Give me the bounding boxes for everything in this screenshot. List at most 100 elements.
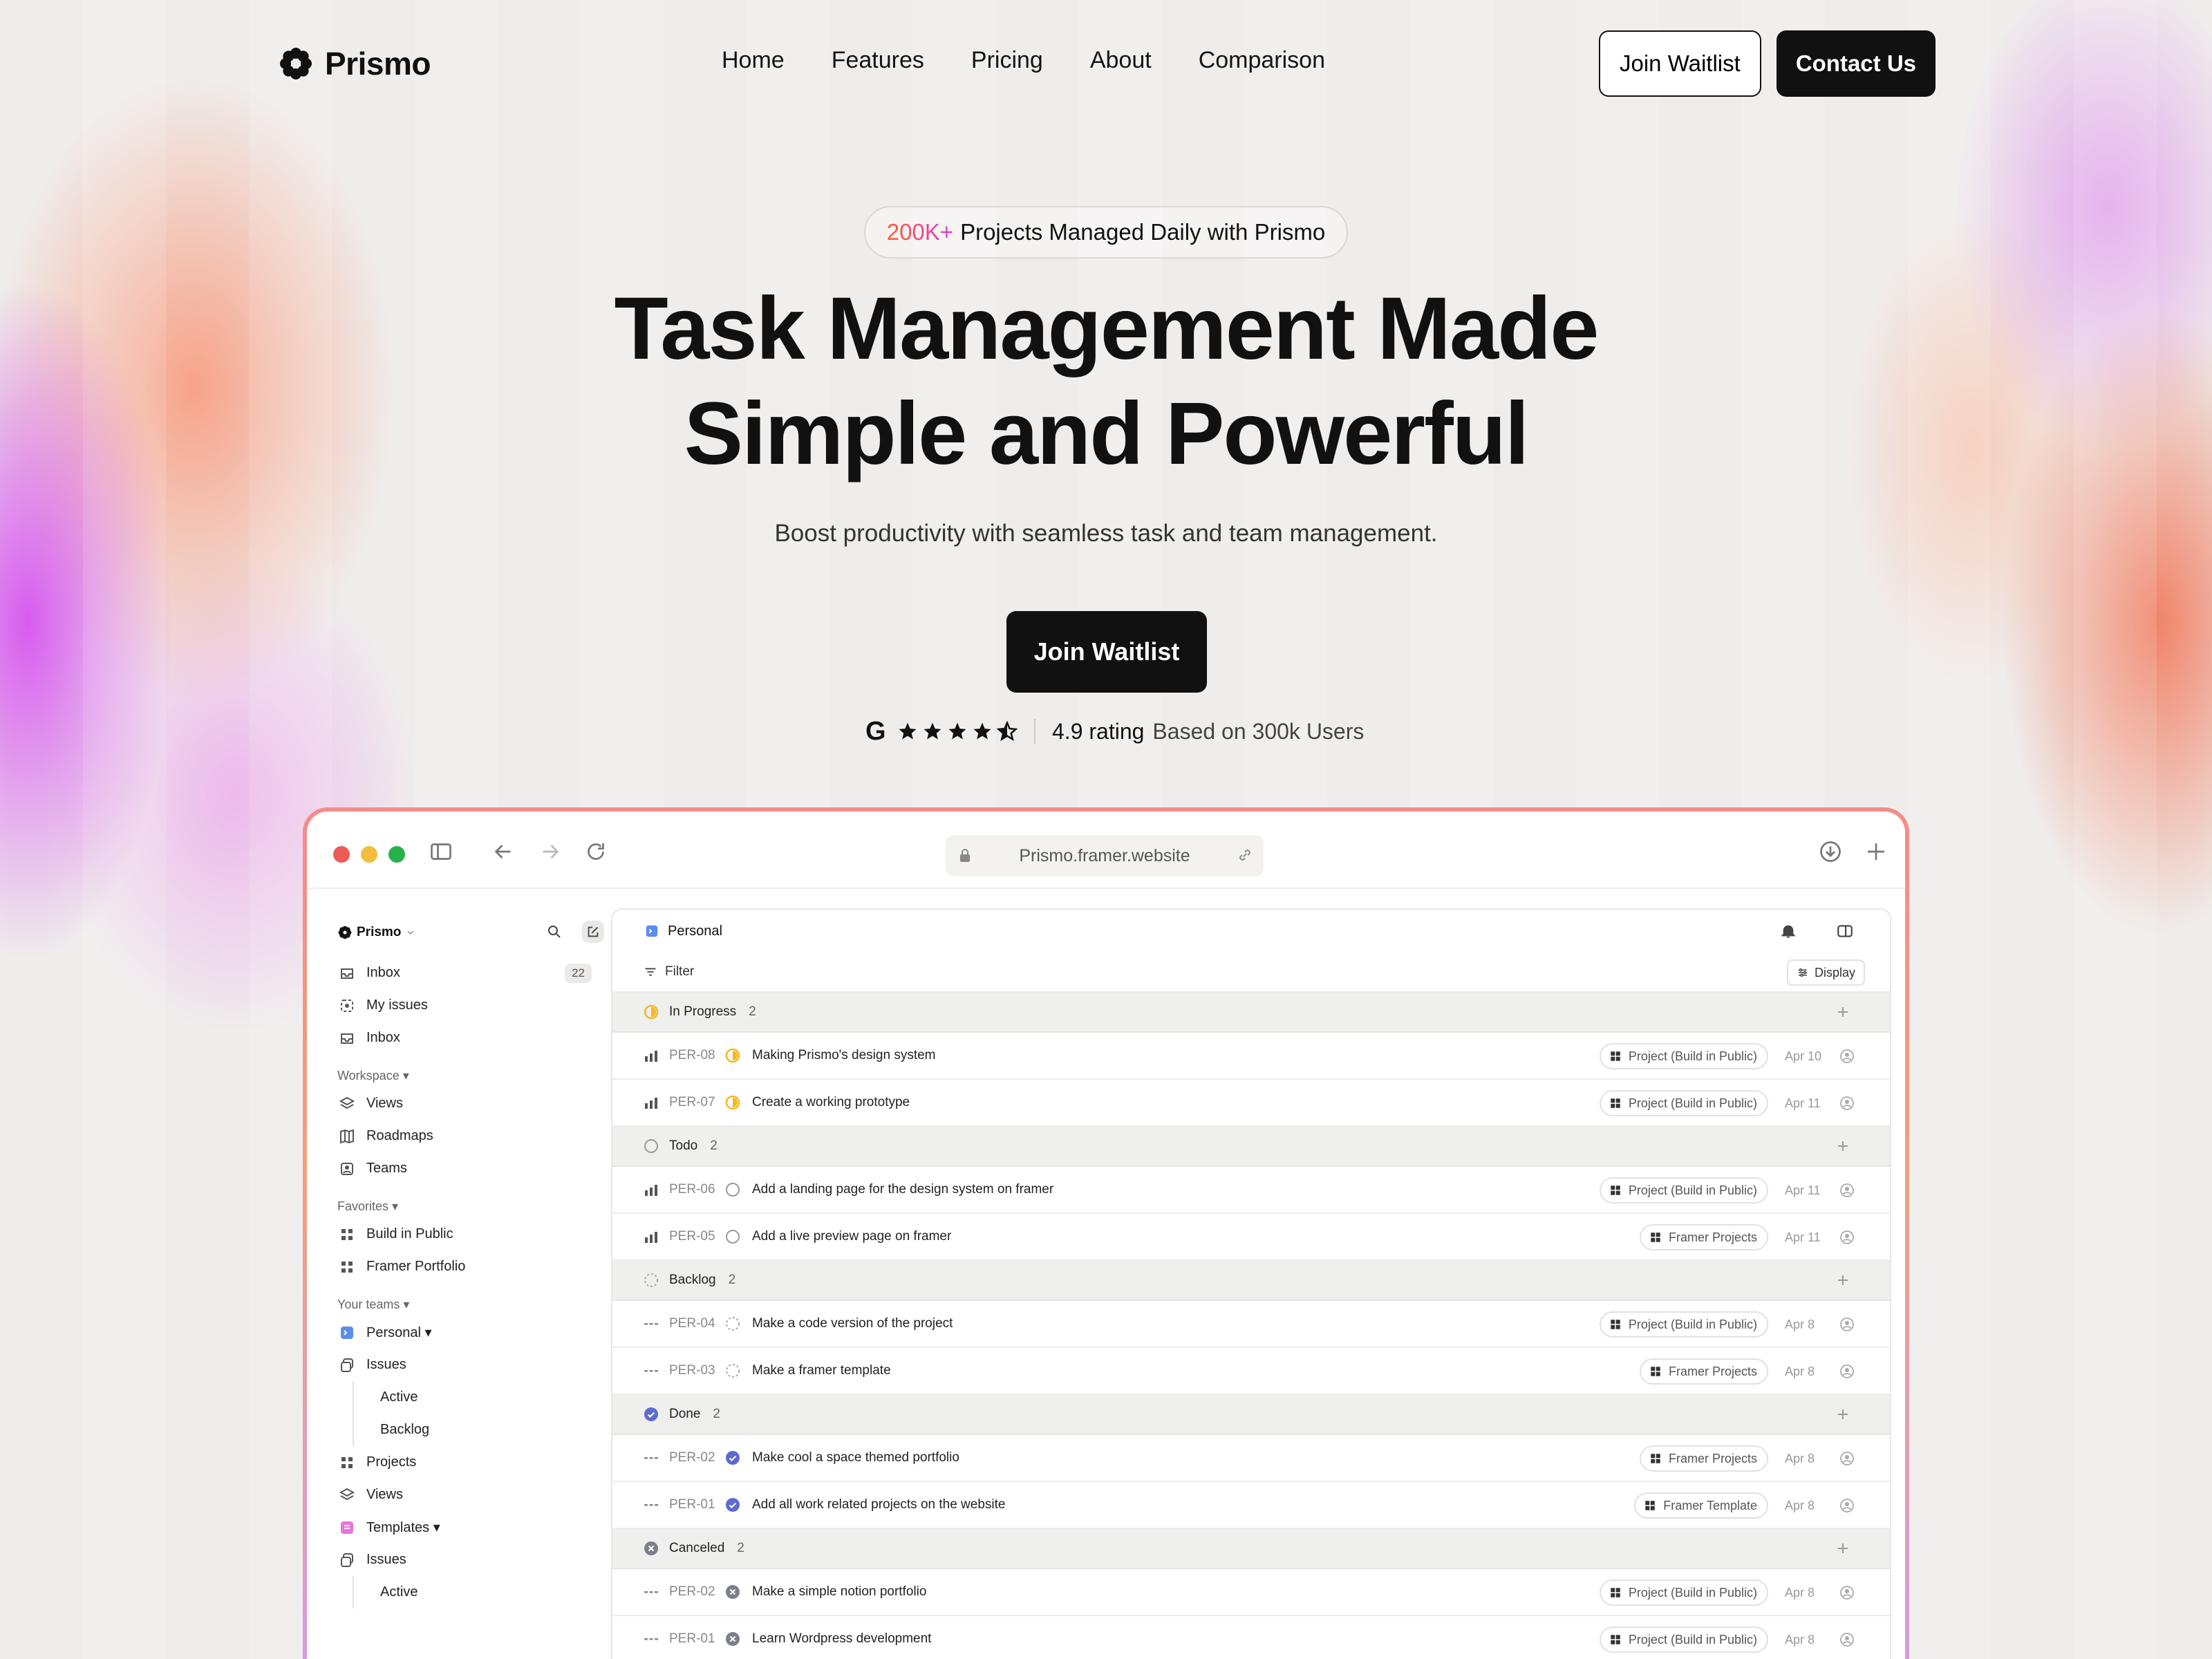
- issue-row[interactable]: PER-02 Make a simple notion portfolio Proj…: [612, 1569, 1890, 1616]
- nav-link-pricing[interactable]: Pricing: [971, 47, 1043, 74]
- status-done-icon[interactable]: [724, 1450, 741, 1466]
- add-issue-plus-icon[interactable]: [1835, 1004, 1851, 1020]
- group-header-canceled[interactable]: Canceled 2: [612, 1529, 1890, 1569]
- status-done-icon[interactable]: [724, 1497, 741, 1513]
- priority-dashes-icon[interactable]: [643, 1497, 659, 1513]
- sidebar-item-active[interactable]: Active: [353, 1381, 604, 1414]
- sidebar-item-backlog[interactable]: Backlog: [353, 1414, 604, 1446]
- split-view-icon[interactable]: [1836, 922, 1854, 940]
- sidebar-item-inbox[interactable]: Inbox 22: [328, 957, 604, 989]
- issue-row[interactable]: PER-03 Make a framer template Framer Proje…: [612, 1348, 1890, 1395]
- join-waitlist-nav-button[interactable]: Join Waitlist: [1598, 30, 1761, 97]
- issue-row[interactable]: PER-01 Learn Wordpress development Project…: [612, 1616, 1890, 1659]
- project-chip[interactable]: Project (Build in Public): [1599, 1580, 1768, 1606]
- status-in-progress-icon[interactable]: [724, 1047, 741, 1064]
- sidebar-item-framer-portfolio[interactable]: Framer Portfolio: [328, 1250, 604, 1283]
- assignee-avatar-icon[interactable]: [1839, 1182, 1855, 1199]
- add-issue-plus-icon[interactable]: [1835, 1540, 1851, 1557]
- status-canceled-icon[interactable]: [724, 1631, 741, 1647]
- maximize-window-dot[interactable]: [388, 846, 405, 863]
- status-backlog-icon[interactable]: [724, 1315, 741, 1332]
- sidebar-item-templates-issues[interactable]: Issues: [328, 1544, 604, 1576]
- project-chip[interactable]: Framer Projects: [1639, 1224, 1768, 1250]
- project-chip[interactable]: Project (Build in Public): [1599, 1043, 1768, 1069]
- project-chip[interactable]: Framer Projects: [1639, 1445, 1768, 1472]
- display-button[interactable]: Display: [1786, 959, 1865, 986]
- group-header-done[interactable]: Done 2: [612, 1395, 1890, 1435]
- priority-bars-icon[interactable]: [643, 1181, 659, 1198]
- new-tab-plus-icon[interactable]: [1864, 839, 1888, 864]
- issue-row[interactable]: PER-08 Making Prismo's design system Proje…: [612, 1033, 1890, 1080]
- close-window-dot[interactable]: [333, 846, 350, 863]
- assignee-avatar-icon[interactable]: [1839, 1631, 1855, 1648]
- project-chip[interactable]: Project (Build in Public): [1599, 1090, 1768, 1116]
- sidebar-toggle-icon[interactable]: [429, 839, 453, 864]
- sidebar-item-teams[interactable]: Teams: [328, 1152, 604, 1185]
- sidebar-item-my-issues[interactable]: My issues: [328, 989, 604, 1022]
- group-header-todo[interactable]: Todo 2: [612, 1127, 1890, 1167]
- download-icon[interactable]: [1818, 839, 1843, 864]
- address-bar[interactable]: Prismo.framer.website: [946, 835, 1264, 877]
- status-todo-icon[interactable]: [724, 1181, 741, 1198]
- status-backlog-icon[interactable]: [724, 1362, 741, 1379]
- issue-row[interactable]: PER-06 Add a landing page for the design …: [612, 1167, 1890, 1214]
- sidebar-item-issues[interactable]: Issues: [328, 1349, 604, 1381]
- workspace-switcher[interactable]: Prismo: [328, 908, 604, 957]
- issue-row[interactable]: PER-02 Make cool a space themed portfolio…: [612, 1435, 1890, 1482]
- project-chip[interactable]: Project (Build in Public): [1599, 1177, 1768, 1203]
- issue-row[interactable]: PER-05 Add a live preview page on framer F…: [612, 1214, 1890, 1261]
- add-issue-plus-icon[interactable]: [1835, 1138, 1851, 1154]
- add-issue-plus-icon[interactable]: [1835, 1272, 1851, 1288]
- sidebar-item-templates-active[interactable]: Active: [353, 1576, 604, 1609]
- sidebar-item-templates[interactable]: Templates ▾: [328, 1511, 604, 1544]
- sidebar-item-inbox-2[interactable]: Inbox: [328, 1022, 604, 1054]
- priority-dashes-icon[interactable]: [643, 1450, 659, 1466]
- sidebar-item-personal[interactable]: Personal ▾: [328, 1316, 604, 1349]
- nav-link-comparison[interactable]: Comparison: [1199, 47, 1325, 74]
- bell-icon[interactable]: [1779, 922, 1797, 940]
- assignee-avatar-icon[interactable]: [1839, 1363, 1855, 1380]
- nav-link-features[interactable]: Features: [832, 47, 924, 74]
- add-issue-plus-icon[interactable]: [1835, 1406, 1851, 1423]
- back-arrow-icon[interactable]: [491, 839, 516, 864]
- contact-us-button[interactable]: Contact Us: [1776, 30, 1936, 97]
- priority-bars-icon[interactable]: [643, 1228, 659, 1245]
- assignee-avatar-icon[interactable]: [1839, 1497, 1855, 1514]
- assignee-avatar-icon[interactable]: [1839, 1450, 1855, 1467]
- workspace-section-label[interactable]: Workspace ▾: [328, 1054, 604, 1087]
- priority-dashes-icon[interactable]: [643, 1362, 659, 1379]
- project-chip[interactable]: Project (Build in Public): [1599, 1311, 1768, 1338]
- sidebar-item-views[interactable]: Views: [328, 1087, 604, 1120]
- assignee-avatar-icon[interactable]: [1839, 1584, 1855, 1601]
- minimize-window-dot[interactable]: [361, 846, 377, 863]
- favorites-section-label[interactable]: Favorites ▾: [328, 1185, 604, 1218]
- group-header-backlog[interactable]: Backlog 2: [612, 1261, 1890, 1301]
- link-icon[interactable]: [1236, 846, 1254, 864]
- sidebar-item-projects[interactable]: Projects: [328, 1446, 604, 1479]
- sidebar-item-roadmaps[interactable]: Roadmaps: [328, 1120, 604, 1152]
- issue-row[interactable]: PER-01 Add all work related projects on t…: [612, 1482, 1890, 1529]
- sidebar-item-build-in-public[interactable]: Build in Public: [328, 1218, 604, 1250]
- brand-logo[interactable]: Prismo: [276, 44, 431, 83]
- project-chip[interactable]: Framer Projects: [1639, 1358, 1768, 1385]
- your-teams-section-label[interactable]: Your teams ▾: [328, 1283, 604, 1316]
- forward-arrow-icon[interactable]: [538, 839, 563, 864]
- priority-dashes-icon[interactable]: [643, 1584, 659, 1600]
- status-todo-icon[interactable]: [724, 1228, 741, 1245]
- project-chip[interactable]: Framer Template: [1634, 1492, 1768, 1519]
- status-in-progress-icon[interactable]: [724, 1094, 741, 1111]
- assignee-avatar-icon[interactable]: [1839, 1048, 1855, 1065]
- priority-bars-icon[interactable]: [643, 1094, 659, 1111]
- issue-row[interactable]: PER-07 Create a working prototype Project …: [612, 1080, 1890, 1127]
- project-chip[interactable]: Project (Build in Public): [1599, 1627, 1768, 1653]
- status-canceled-icon[interactable]: [724, 1584, 741, 1600]
- assignee-avatar-icon[interactable]: [1839, 1316, 1855, 1333]
- priority-bars-icon[interactable]: [643, 1047, 659, 1064]
- filter-label[interactable]: Filter: [665, 964, 694, 980]
- assignee-avatar-icon[interactable]: [1839, 1229, 1855, 1246]
- issue-row[interactable]: PER-04 Make a code version of the project…: [612, 1301, 1890, 1348]
- compose-icon[interactable]: [582, 921, 604, 943]
- priority-dashes-icon[interactable]: [643, 1315, 659, 1332]
- search-icon[interactable]: [543, 921, 565, 943]
- join-waitlist-hero-button[interactable]: Join Waitlist: [1006, 611, 1207, 693]
